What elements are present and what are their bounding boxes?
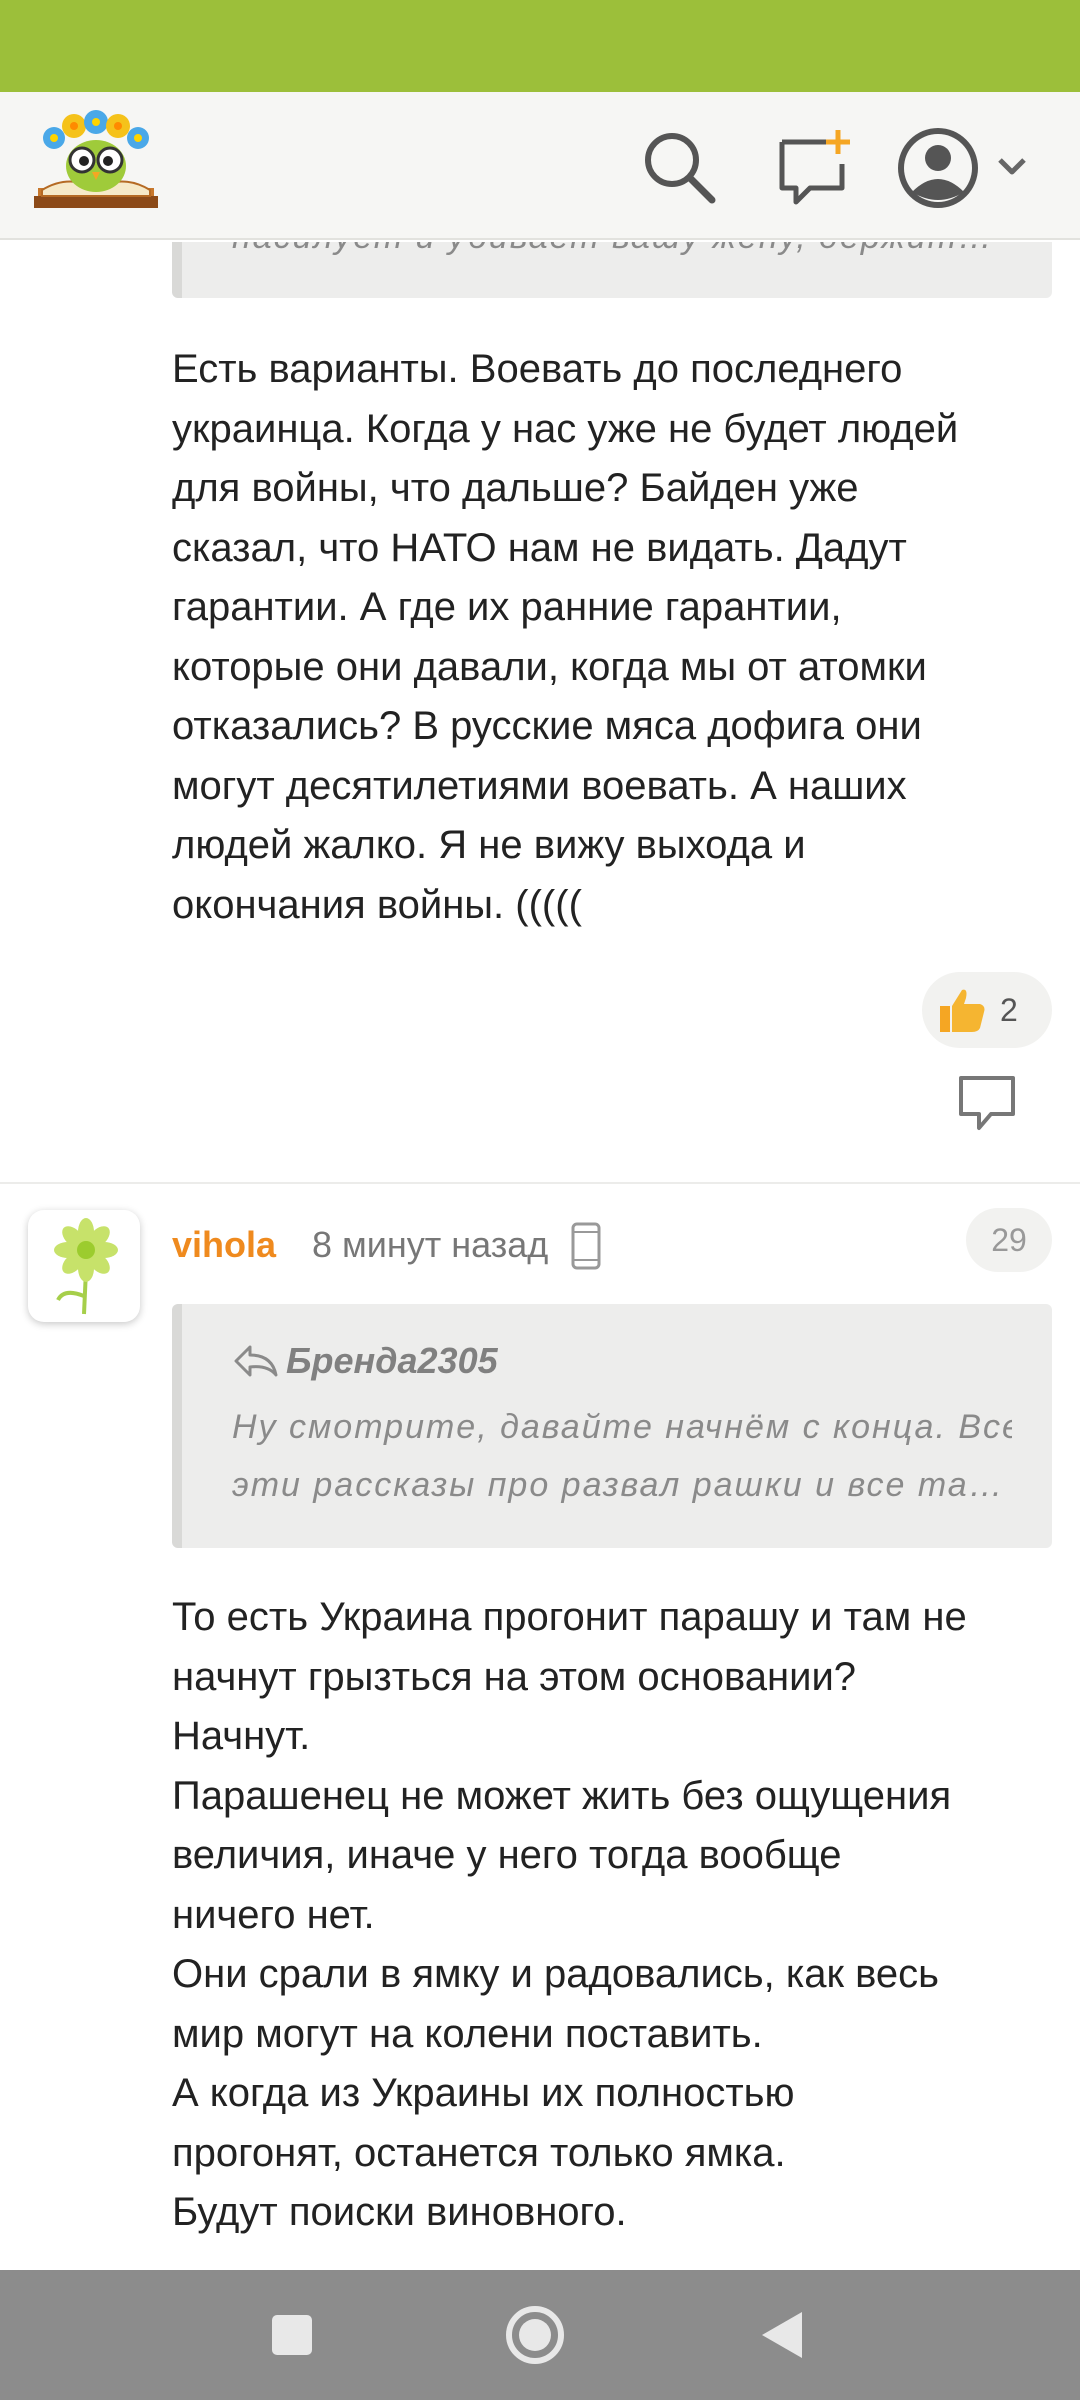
reply-arrow-icon bbox=[234, 1345, 278, 1377]
thumbs-up-icon bbox=[940, 989, 985, 1032]
quote-text: насилует и убивает вашу жену, держит… bbox=[232, 242, 1012, 266]
comment-number-badge[interactable]: 29 bbox=[966, 1208, 1052, 1272]
like-button[interactable]: 2 bbox=[922, 972, 1052, 1048]
reply-icon[interactable] bbox=[955, 1072, 1019, 1134]
owl-book-logo[interactable] bbox=[32, 108, 160, 216]
chat-plus-icon[interactable] bbox=[772, 128, 856, 208]
comments-feed: насилует и убивает вашу жену, держит… Ес… bbox=[0, 242, 1080, 2270]
triangle-back-icon[interactable] bbox=[748, 2300, 818, 2370]
quote-author: Бренда2305 bbox=[232, 1340, 498, 1382]
comment-text: То есть Украина прогонит парашу и там не… bbox=[172, 1595, 967, 2234]
quote-block[interactable]: Бренда2305 Ну смотрите, давайте начнём с… bbox=[172, 1304, 1052, 1548]
square-icon[interactable] bbox=[257, 2300, 327, 2370]
quote-text-line-1: Ну смотрите, давайте начнём с конца. Все bbox=[232, 1408, 1012, 1446]
quote-block[interactable]: насилует и убивает вашу жену, держит… bbox=[172, 242, 1052, 298]
comment-username[interactable]: vihola bbox=[172, 1224, 276, 1266]
avatar[interactable] bbox=[28, 1210, 140, 1322]
like-count: 2 bbox=[1000, 991, 1018, 1028]
search-icon[interactable] bbox=[640, 128, 720, 208]
quote-text-line-2: эти рассказы про развал рашки и все тако… bbox=[232, 1466, 1012, 1504]
status-bar bbox=[0, 0, 1080, 92]
system-nav-bar bbox=[0, 2270, 1080, 2400]
app-header bbox=[0, 92, 1080, 240]
circle-icon[interactable] bbox=[500, 2300, 570, 2370]
user-avatar-icon[interactable] bbox=[896, 118, 1056, 218]
quote-author-name: Бренда2305 bbox=[286, 1340, 498, 1381]
mobile-phone-icon bbox=[570, 1222, 602, 1270]
comment-divider bbox=[0, 1182, 1080, 1184]
comment-timestamp: 8 минут назад bbox=[312, 1224, 549, 1265]
comment-text: Есть варианты. Воевать до последнего укр… bbox=[172, 347, 959, 927]
